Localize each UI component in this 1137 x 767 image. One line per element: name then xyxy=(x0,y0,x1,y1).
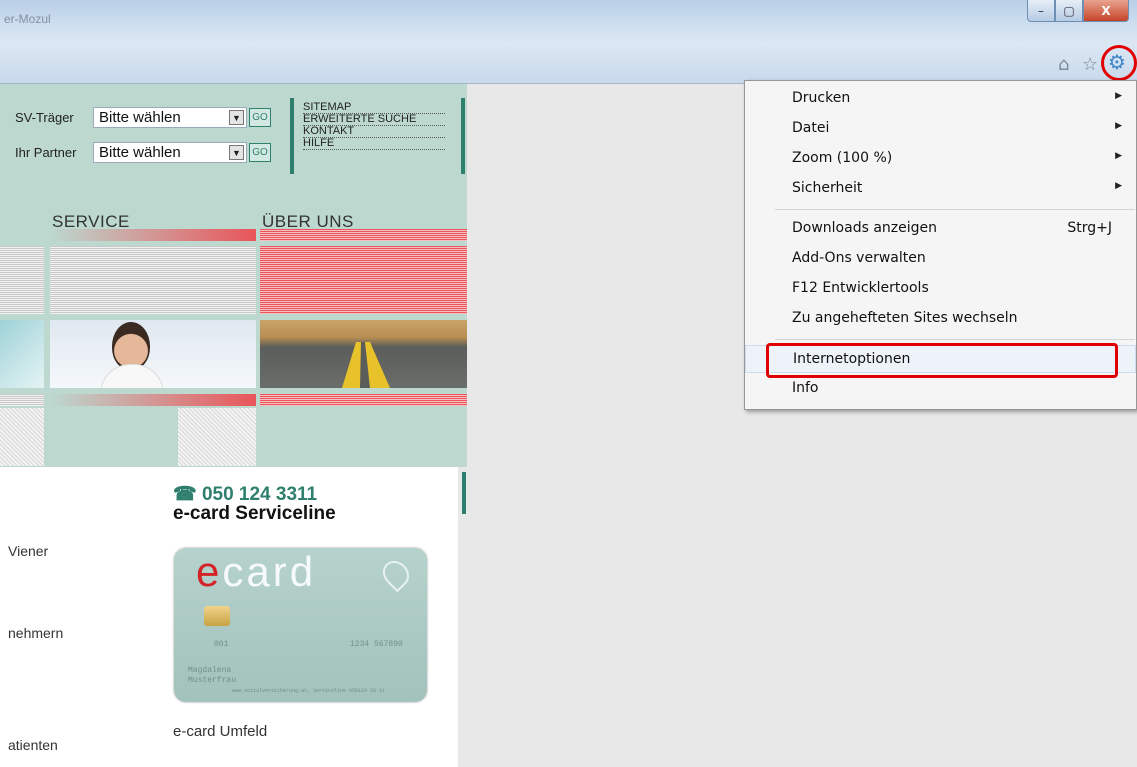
ihr-partner-row: Ihr Partner Bitte wählen ▼ GO xyxy=(15,142,271,163)
submenu-arrow-icon: ▶ xyxy=(1115,121,1122,131)
decor-pattern xyxy=(0,408,44,466)
accent-bar xyxy=(462,472,466,514)
left-text-fragment: Viener xyxy=(8,543,49,559)
ihr-partner-label: Ihr Partner xyxy=(15,145,77,160)
decor-stripe xyxy=(0,394,44,406)
decor-stripe xyxy=(260,229,467,241)
decor-image xyxy=(0,320,44,388)
chevron-down-icon[interactable]: ▼ xyxy=(229,145,244,160)
chevron-down-icon[interactable]: ▼ xyxy=(229,110,244,125)
ecard-umfeld-link[interactable]: e-card Umfeld xyxy=(173,723,267,740)
window-title: er-Mozul xyxy=(4,12,51,26)
leaf-icon xyxy=(377,555,415,593)
menu-item-info[interactable]: Info xyxy=(745,375,1136,403)
submenu-arrow-icon: ▶ xyxy=(1115,181,1122,191)
road-graphic xyxy=(342,342,390,388)
card-number-right: 1234 567890 xyxy=(350,640,403,649)
maximize-button[interactable]: ▢ xyxy=(1055,0,1083,22)
shortcut-label: Strg+J xyxy=(1067,220,1112,236)
sv-traeger-row: SV-Träger Bitte wählen ▼ GO xyxy=(15,107,271,128)
serviceline-title: e-card Serviceline xyxy=(173,503,336,524)
menu-item-sicherheit[interactable]: Sicherheit ▶ xyxy=(745,175,1136,203)
woman-body xyxy=(100,364,164,388)
sv-traeger-label: SV-Träger xyxy=(15,110,74,125)
decor-stripe xyxy=(50,394,256,406)
go-button[interactable]: GO xyxy=(249,108,271,127)
browser-toolbar xyxy=(0,44,1137,84)
internetoptionen-highlight xyxy=(766,343,1118,378)
decor-stripe xyxy=(50,246,256,314)
card-name-last: Musterfrau xyxy=(188,676,237,685)
sv-traeger-value: Bitte wählen xyxy=(99,109,181,126)
decor-stripe xyxy=(260,394,467,406)
ihr-partner-value: Bitte wählen xyxy=(99,144,181,161)
decor-stripe xyxy=(260,246,467,314)
window-controls: – ▢ X xyxy=(1027,0,1129,22)
decor-pattern xyxy=(178,408,256,466)
menu-item-addons[interactable]: Add-Ons verwalten xyxy=(745,245,1136,273)
menu-separator xyxy=(775,339,1135,340)
card-footer: www.sozialversicherung.at, Serviceline 0… xyxy=(232,688,386,694)
ecard-image[interactable]: ecard 001 1234 567890 Magdalena Musterfr… xyxy=(174,548,427,702)
link-hilfe[interactable]: HILFE xyxy=(303,138,445,150)
ecard-logo: ecard xyxy=(196,548,317,595)
star-icon[interactable]: ☆ xyxy=(1082,54,1098,75)
accent-bar xyxy=(290,98,294,174)
menu-item-f12[interactable]: F12 Entwicklertools xyxy=(745,275,1136,303)
top-links: SITEMAP ERWEITERTE SUCHE KONTAKT HILFE xyxy=(303,102,445,150)
service-photo xyxy=(50,320,256,388)
submenu-arrow-icon: ▶ xyxy=(1115,151,1122,161)
left-text-fragment: nehmern xyxy=(8,625,64,641)
ihr-partner-select[interactable]: Bitte wählen ▼ xyxy=(93,142,247,163)
home-icon[interactable]: ⌂ xyxy=(1058,54,1069,75)
go-button[interactable]: GO xyxy=(249,143,271,162)
menu-item-pinned-sites[interactable]: Zu angehefteten Sites wechseln xyxy=(745,305,1136,333)
accent-bar xyxy=(461,98,465,174)
decor-stripe xyxy=(50,229,256,241)
menu-separator xyxy=(775,209,1135,210)
road-photo xyxy=(260,320,467,388)
menu-item-datei[interactable]: Datei ▶ xyxy=(745,115,1136,143)
decor-stripe xyxy=(0,246,44,314)
minimize-button[interactable]: – xyxy=(1027,0,1055,22)
title-bar: er-Mozul – ▢ X xyxy=(0,0,1137,44)
woman-head xyxy=(112,322,150,370)
gear-icon[interactable]: ⚙ xyxy=(1108,50,1126,74)
close-button[interactable]: X xyxy=(1083,0,1129,22)
menu-item-drucken[interactable]: Drucken ▶ xyxy=(745,85,1136,113)
card-number-left: 001 xyxy=(214,640,229,649)
menu-item-downloads[interactable]: Downloads anzeigen Strg+J xyxy=(745,215,1136,243)
card-name-first: Magdalena xyxy=(188,666,232,675)
chip-icon xyxy=(204,606,230,626)
submenu-arrow-icon: ▶ xyxy=(1115,91,1122,101)
left-text-fragment: atienten xyxy=(8,737,58,753)
sv-traeger-select[interactable]: Bitte wählen ▼ xyxy=(93,107,247,128)
menu-item-zoom[interactable]: Zoom (100 %) ▶ xyxy=(745,145,1136,173)
